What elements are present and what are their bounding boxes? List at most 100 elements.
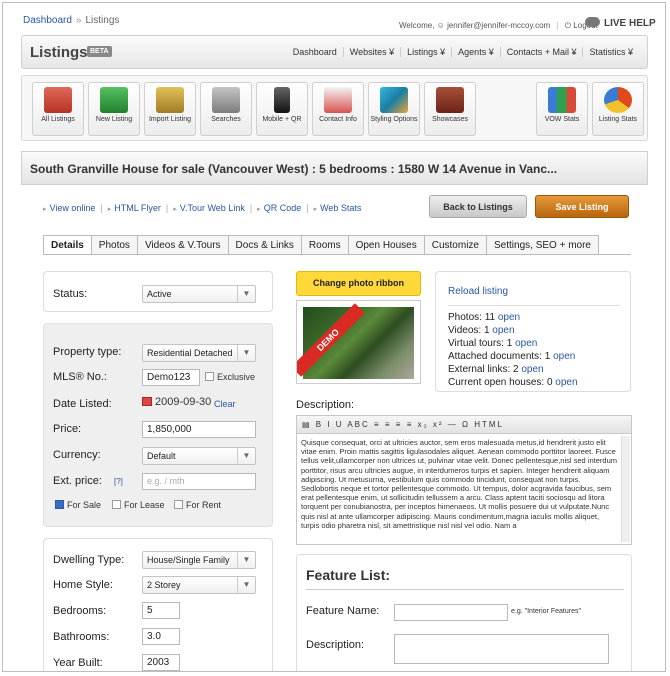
format-buttons[interactable]: B I U ABC ≡ ≡ ≡ ≡ x₂ x² — Ω HTML xyxy=(316,420,504,429)
year-built-input[interactable]: 2003 xyxy=(142,654,180,671)
tool-styling-options[interactable]: Styling Options xyxy=(368,82,420,136)
stat-open-houses: Current open houses: 0 open xyxy=(448,377,578,388)
link-vtour[interactable]: V.Tour Web Link xyxy=(180,203,245,213)
property-type-label: Property type: xyxy=(53,346,122,358)
home-style-select[interactable]: 2 Storey ▼ xyxy=(142,576,256,594)
clear-date-link[interactable]: Clear xyxy=(214,399,236,409)
editor-scrollbar[interactable] xyxy=(621,436,630,542)
for-rent-checkbox[interactable]: For Rent xyxy=(174,500,221,510)
stat-text: Attached documents: 1 xyxy=(448,351,551,362)
bar-chart-icon xyxy=(548,87,576,113)
tool-all-listings[interactable]: All Listings xyxy=(32,82,84,136)
live-help-link[interactable]: LIVE HELP xyxy=(585,17,656,29)
open-photos-link[interactable]: open xyxy=(498,312,520,323)
mls-input[interactable]: Demo123 xyxy=(142,369,200,386)
open-documents-link[interactable]: open xyxy=(553,351,575,362)
stat-external-links: External links: 2 open xyxy=(448,364,544,375)
stat-videos: Videos: 1 open xyxy=(448,325,515,336)
tool-mobile-qr[interactable]: Mobile + QR xyxy=(256,82,308,136)
tab-details[interactable]: Details xyxy=(43,235,92,255)
nav-agents[interactable]: Agents ¥ xyxy=(451,47,500,57)
reload-listing-link[interactable]: Reload listing xyxy=(448,286,508,297)
chevron-down-icon: ▼ xyxy=(237,286,255,302)
exclusive-checkbox[interactable]: Exclusive xyxy=(205,372,255,382)
user-email[interactable]: jennifer@jennifer-mccoy.com xyxy=(447,21,550,30)
currency-select[interactable]: Default ▼ xyxy=(142,447,256,465)
nav-dashboard[interactable]: Dashboard xyxy=(287,47,343,57)
ext-price-input[interactable]: e.g. / mth xyxy=(142,473,256,490)
binoculars-icon xyxy=(212,87,240,113)
description-editor[interactable]: ▤ B I U ABC ≡ ≡ ≡ ≡ x₂ x² — Ω HTML Quisq… xyxy=(296,415,632,545)
status-label: Status: xyxy=(53,288,88,300)
property-type-select[interactable]: Residential Detached ▼ xyxy=(142,344,256,362)
feature-description-input[interactable] xyxy=(394,634,609,664)
nav-websites[interactable]: Websites ¥ xyxy=(342,47,400,57)
tab-videos[interactable]: Videos & V.Tours xyxy=(137,235,229,255)
contact-card-icon xyxy=(324,87,352,113)
tab-rooms[interactable]: Rooms xyxy=(301,235,349,255)
stat-text: Current open houses: 0 xyxy=(448,377,553,388)
divider xyxy=(448,305,620,306)
save-listing-button[interactable]: Save Listing xyxy=(535,195,629,218)
tool-label: Contact Info xyxy=(319,116,357,123)
link-qr-code[interactable]: QR Code xyxy=(264,203,302,213)
tool-vow-stats[interactable]: VOW Stats xyxy=(536,82,588,136)
bathrooms-input[interactable]: 3.0 xyxy=(142,628,180,645)
chevron-down-icon: ▼ xyxy=(237,577,255,593)
link-web-stats[interactable]: Web Stats xyxy=(320,203,361,213)
tab-photos[interactable]: Photos xyxy=(91,235,138,255)
dwelling-type-value: House/Single Family xyxy=(147,555,230,565)
tab-customize[interactable]: Customize xyxy=(424,235,487,255)
nav-listings[interactable]: Listings ¥ xyxy=(400,47,451,57)
tab-docs-links[interactable]: Docs & Links xyxy=(228,235,302,255)
tool-searches[interactable]: Searches xyxy=(200,82,252,136)
listing-photo[interactable]: DEMO xyxy=(296,300,421,384)
nav-contacts-mail[interactable]: Contacts + Mail ¥ xyxy=(499,47,583,57)
tool-contact-info[interactable]: Contact Info xyxy=(312,82,364,136)
feature-name-hint: e.g. "Interior Features" xyxy=(511,608,581,615)
chevron-down-icon: ▼ xyxy=(237,345,255,361)
tab-open-houses[interactable]: Open Houses xyxy=(348,235,425,255)
stat-text: External links: 2 xyxy=(448,364,519,375)
price-input[interactable]: 1,850,000 xyxy=(142,421,256,438)
for-lease-checkbox[interactable]: For Lease xyxy=(112,500,165,510)
link-view-online[interactable]: View online xyxy=(50,203,96,213)
ext-price-help-link[interactable]: [?] xyxy=(114,477,123,486)
status-value: Active xyxy=(147,289,172,299)
tool-listing-stats[interactable]: Listing Stats xyxy=(592,82,644,136)
dwelling-type-label: Dwelling Type: xyxy=(53,554,125,566)
tool-showcases[interactable]: Showcases xyxy=(424,82,476,136)
user-icon: ☺ xyxy=(436,21,445,30)
open-videos-link[interactable]: open xyxy=(492,325,514,336)
stat-photos: Photos: 11 open xyxy=(448,312,520,323)
editor-toolbar[interactable]: ▤ B I U ABC ≡ ≡ ≡ ≡ x₂ x² — Ω HTML xyxy=(297,416,631,434)
tab-settings[interactable]: Settings, SEO + more xyxy=(487,235,599,255)
date-listed-label: Date Listed: xyxy=(53,398,112,410)
date-listed-field[interactable]: 2009-09-30 xyxy=(142,396,211,408)
breadcrumb-dashboard-link[interactable]: Dashboard xyxy=(23,15,72,26)
description-text[interactable]: Quisque consequat, orci at ultricies auc… xyxy=(301,438,619,544)
separator: | xyxy=(100,203,103,213)
for-sale-checkbox[interactable]: For Sale xyxy=(55,500,101,510)
bullet-icon: ▸ xyxy=(257,206,261,213)
tool-import-listing[interactable]: Import Listing xyxy=(144,82,196,136)
feature-list-title: Feature List: xyxy=(306,567,391,583)
beta-badge: BETA xyxy=(87,46,112,57)
paste-icon[interactable]: ▤ xyxy=(302,420,316,429)
page-title: Listings xyxy=(30,44,88,61)
home-style-value: 2 Storey xyxy=(147,580,181,590)
separator: | xyxy=(165,203,169,213)
link-html-flyer[interactable]: HTML Flyer xyxy=(114,203,161,213)
change-photo-ribbon-button[interactable]: Change photo ribbon xyxy=(296,271,421,296)
open-houses-link[interactable]: open xyxy=(555,377,577,388)
dwelling-type-select[interactable]: House/Single Family ▼ xyxy=(142,551,256,569)
back-to-listings-button[interactable]: Back to Listings xyxy=(429,195,527,218)
open-links-link[interactable]: open xyxy=(521,364,543,375)
feature-name-input[interactable] xyxy=(394,604,508,621)
live-help-label: LIVE HELP xyxy=(604,18,656,29)
nav-statistics[interactable]: Statistics ¥ xyxy=(582,47,639,57)
status-select[interactable]: Active ▼ xyxy=(142,285,256,303)
bedrooms-input[interactable]: 5 xyxy=(142,602,180,619)
open-tours-link[interactable]: open xyxy=(515,338,537,349)
tool-new-listing[interactable]: New Listing xyxy=(88,82,140,136)
